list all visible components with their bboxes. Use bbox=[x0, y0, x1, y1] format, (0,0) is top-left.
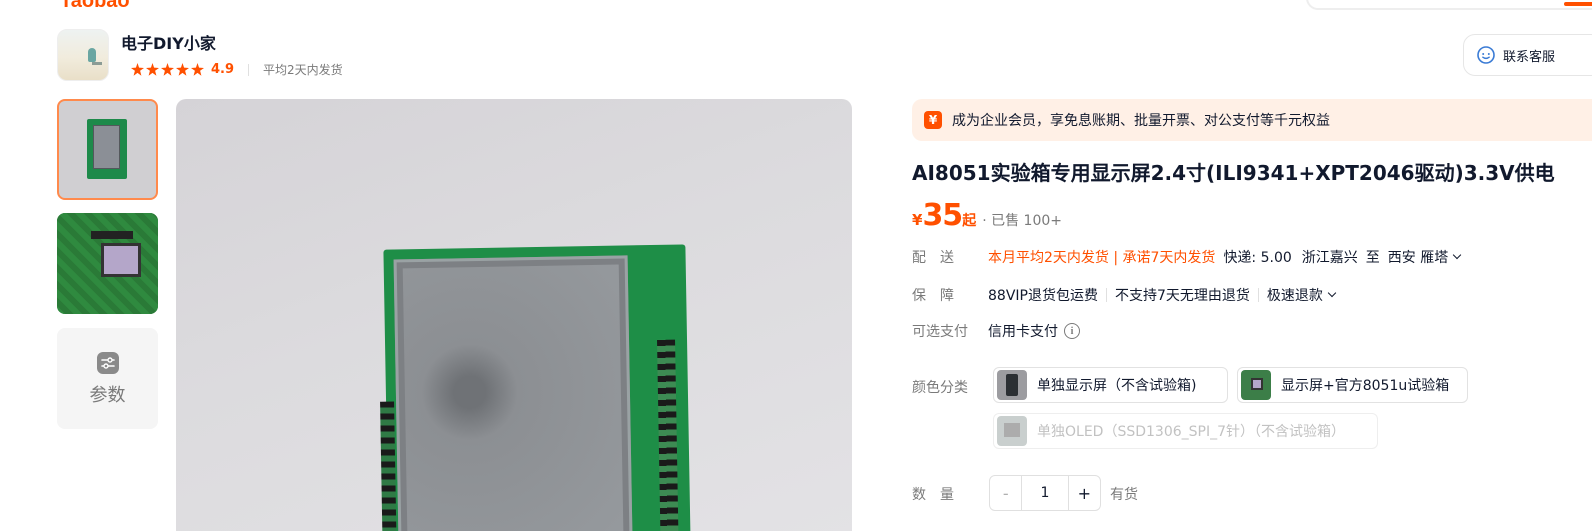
delivery-row: 本月平均2天内发货 | 承诺7天内发货 快递: 5.00 浙江嘉兴 至 西安 雁… bbox=[988, 247, 1462, 267]
product-title: AI8051实验箱专用显示屏2.4寸(ILI9341+XPT2046驱动)3.3… bbox=[912, 161, 1555, 185]
thumbnail-screen-image bbox=[101, 243, 141, 277]
star-icon bbox=[146, 63, 159, 76]
price-suffix: 起 bbox=[962, 213, 977, 229]
enterprise-icon: ¥ bbox=[924, 111, 942, 129]
guarantee-row[interactable]: 88VIP退货包运费 不支持7天无理由退货 极速退款 bbox=[988, 285, 1337, 305]
delivery-label: 配 送 bbox=[912, 250, 954, 266]
price-row: ¥ 35 起 · 已售 100+ bbox=[912, 198, 1062, 233]
star-icon bbox=[191, 63, 204, 76]
price-value: 35 bbox=[922, 198, 963, 233]
divider bbox=[248, 63, 250, 76]
pin-header-right bbox=[657, 339, 679, 531]
rating-score: 4.9 bbox=[211, 62, 235, 77]
sku-thumbnail bbox=[997, 370, 1027, 400]
enterprise-banner-text: 成为企业会员，享免息账期、批量开票、对公支付等千元权益 bbox=[952, 113, 1330, 129]
color-options-label: 颜色分类 bbox=[912, 380, 968, 396]
shop-rating: 4.9 平均2天内发货 bbox=[131, 61, 343, 78]
thumbnail-screen-image bbox=[93, 125, 120, 169]
quantity-decrease-button[interactable]: - bbox=[990, 476, 1021, 510]
thumbnail-experiment-box[interactable] bbox=[57, 213, 158, 314]
sku-option-label: 显示屏+官方8051u试验箱 bbox=[1281, 378, 1450, 394]
avg-shipping-text: 平均2天内发货 bbox=[263, 63, 343, 77]
thumbnail-board-image bbox=[87, 119, 127, 179]
pcb-board bbox=[380, 244, 691, 531]
enterprise-member-banner[interactable]: ¥ 成为企业会员，享免息账期、批量开票、对公支付等千元权益 bbox=[912, 99, 1592, 141]
params-label: 参数 bbox=[89, 384, 126, 406]
info-icon[interactable]: i bbox=[1064, 323, 1080, 339]
sku-option-display-only[interactable]: 单独显示屏（不含试验箱) bbox=[993, 367, 1228, 403]
main-product-image[interactable] bbox=[176, 99, 852, 531]
guarantee-item: 极速退款 bbox=[1266, 288, 1323, 304]
shop-logo-base bbox=[92, 62, 102, 65]
divider bbox=[1257, 288, 1259, 302]
ship-to-word: 至 bbox=[1365, 250, 1380, 266]
sold-count: · 已售 100+ bbox=[982, 213, 1062, 229]
quantity-stepper: - 1 + bbox=[989, 475, 1101, 511]
star-icon bbox=[176, 63, 189, 76]
star-icon bbox=[161, 63, 174, 76]
sku-thumbnail bbox=[997, 416, 1027, 446]
params-tab[interactable]: 参数 bbox=[57, 328, 158, 429]
stock-status: 有货 bbox=[1110, 487, 1138, 503]
payment-label: 可选支付 bbox=[912, 324, 968, 340]
chevron-down-icon bbox=[1452, 250, 1462, 260]
shop-name[interactable]: 电子DIY小家 bbox=[121, 30, 216, 54]
guarantee-item: 88VIP退货包运费 bbox=[988, 288, 1098, 304]
sku-option-display-with-box[interactable]: 显示屏+官方8051u试验箱 bbox=[1237, 367, 1468, 403]
ship-to-selector[interactable]: 西安 雁塔 bbox=[1387, 247, 1462, 267]
guarantee-item: 不支持7天无理由退货 bbox=[1114, 288, 1250, 304]
contact-service-label: 联系客服 bbox=[1503, 49, 1556, 65]
params-icon bbox=[96, 351, 119, 374]
pin-header-left bbox=[380, 401, 397, 531]
star-icon bbox=[131, 63, 144, 76]
ship-to-location: 西安 雁塔 bbox=[1387, 250, 1449, 266]
payment-method: 信用卡支付 bbox=[988, 324, 1058, 340]
payment-row: 信用卡支付 i bbox=[988, 321, 1080, 341]
delivery-promise: 本月平均2天内发货 | 承诺7天内发货 bbox=[988, 250, 1216, 266]
price-currency: ¥ bbox=[912, 211, 923, 229]
thumbnail-segment-display bbox=[91, 231, 133, 239]
ship-from: 浙江嘉兴 bbox=[1301, 250, 1358, 266]
sku-thumbnail bbox=[1241, 370, 1271, 400]
shop-logo-figure bbox=[88, 48, 96, 62]
shop-logo[interactable] bbox=[57, 29, 109, 81]
thumbnail-display-board[interactable] bbox=[57, 99, 158, 200]
sku-option-oled-unavailable[interactable]: 单独OLED（SSD1306_SPI_7针）（不含试验箱） bbox=[993, 413, 1378, 449]
chevron-down-icon bbox=[1327, 288, 1337, 298]
lcd-screen bbox=[402, 264, 624, 531]
top-search-bar[interactable] bbox=[1306, 0, 1592, 10]
contact-service-button[interactable]: 联系客服 bbox=[1463, 34, 1592, 76]
lcd-frame bbox=[393, 255, 633, 531]
search-button[interactable] bbox=[1564, 2, 1592, 6]
sku-option-label: 单独显示屏（不含试验箱) bbox=[1037, 378, 1197, 394]
taobao-logo[interactable]: Taobao bbox=[60, 0, 130, 13]
quantity-label: 数 量 bbox=[912, 487, 954, 503]
quantity-input[interactable]: 1 bbox=[1021, 476, 1069, 510]
sku-option-label: 单独OLED（SSD1306_SPI_7针）（不含试验箱） bbox=[1037, 424, 1345, 440]
express-fee: 快递: 5.00 bbox=[1223, 250, 1292, 266]
customer-service-icon bbox=[1477, 46, 1495, 64]
guarantee-label: 保 障 bbox=[912, 288, 954, 304]
quantity-increase-button[interactable]: + bbox=[1069, 476, 1100, 510]
divider bbox=[1105, 288, 1107, 302]
